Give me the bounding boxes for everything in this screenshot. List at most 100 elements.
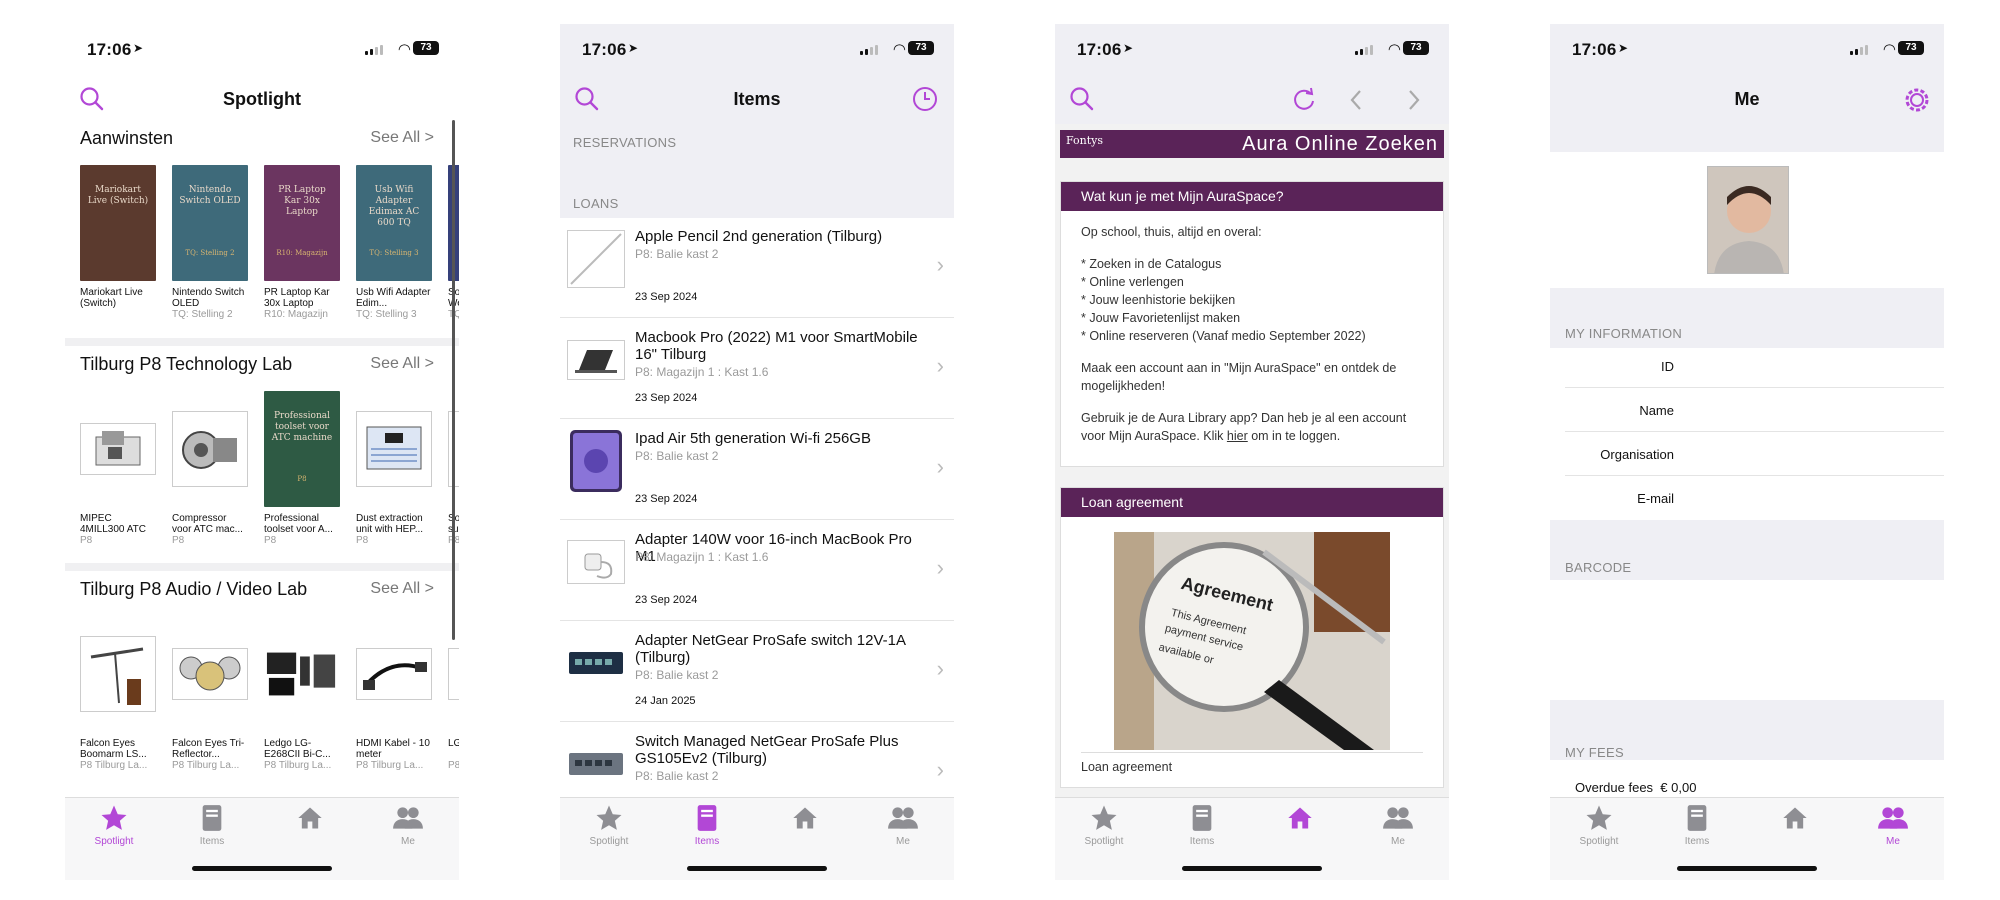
scrollbar[interactable] — [452, 120, 455, 640]
book-item[interactable]: Falcon Eyes Boomarm LS... P8 Tilburg La.… — [80, 616, 156, 772]
home-indicator — [687, 866, 827, 871]
tab-me[interactable]: Me — [1844, 802, 1942, 847]
book-location: TQ: Stelling 3 — [356, 309, 417, 320]
tab-spotlight[interactable]: Spotlight — [65, 802, 163, 847]
home-icon — [1783, 807, 1807, 829]
book-item[interactable]: Dust extraction unit with HEP... P8 — [356, 391, 432, 547]
loan-row[interactable]: Ipad Air 5th generation Wi-fi 256GB P8: … — [560, 420, 954, 520]
wifi-icon: ◠ — [892, 41, 906, 58]
see-all-button[interactable]: See All > — [370, 129, 434, 147]
location-arrow-icon: ➤ — [628, 41, 639, 55]
tab-home[interactable] — [1251, 802, 1349, 834]
loan-date: 24 Jan 2025 — [635, 695, 696, 707]
chevron-right-icon: › — [936, 656, 944, 681]
tab-items[interactable]: Items — [1153, 802, 1251, 847]
tab-items[interactable]: Items — [658, 802, 756, 847]
card-intro: Op school, thuis, altijd en overal: — [1081, 225, 1262, 239]
book-cover: Usb Wifi Adapter Edimax AC 600 TQ TQ: Ste… — [356, 165, 432, 281]
divider — [65, 338, 459, 346]
tab-home[interactable] — [756, 802, 854, 834]
tab-items[interactable]: Items — [1648, 802, 1746, 847]
book-item[interactable]: MIPEC 4MILL300 ATC P8 — [80, 391, 156, 547]
tab-label: Items — [694, 836, 720, 847]
item-thumbnail — [567, 634, 625, 692]
people-icon — [1383, 807, 1413, 829]
loan-location: P8: Balie kast 2 — [635, 769, 719, 783]
refresh-icon[interactable] — [1291, 86, 1317, 112]
item-thumbnail — [567, 430, 625, 492]
product-image — [172, 391, 248, 507]
field-label: ID — [1661, 359, 1674, 374]
tab-label: Spotlight — [1579, 836, 1619, 847]
tab-spotlight[interactable]: Spotlight — [560, 802, 658, 847]
book-title: Mariokart Live (Switch) — [80, 287, 143, 309]
book-icon — [202, 805, 222, 831]
nav-bar: Me — [1550, 76, 1944, 124]
cover-title: Professional toolset voor ATC machine — [271, 411, 333, 443]
nav-bar: Items — [560, 76, 954, 124]
book-item[interactable]: Mariokart Live (Switch) Mariokart Live (… — [80, 165, 156, 309]
battery-icon: 73 — [1403, 41, 1429, 55]
loan-title: Adapter NetGear ProSafe switch 12V-1A (T… — [635, 632, 906, 666]
gear-icon[interactable] — [1902, 85, 1932, 115]
book-title: PR Laptop Kar 30x Laptop — [264, 287, 330, 309]
book-item[interactable]: Usb Wifi Adapter Edimax AC 600 TQ TQ: Ste… — [356, 165, 432, 321]
see-all-button[interactable]: See All > — [370, 580, 434, 598]
battery-icon: 73 — [908, 41, 934, 55]
star-icon — [1091, 805, 1117, 830]
forward-arrow-icon[interactable] — [1405, 88, 1423, 112]
loan-location: P8: Magazijn 1 : Kast 1.6 — [635, 365, 769, 379]
chevron-right-icon: › — [936, 555, 944, 580]
shelf-row-audio-video-lab: Falcon Eyes Boomarm LS... P8 Tilburg La.… — [80, 616, 459, 781]
tab-items[interactable]: Items — [163, 802, 261, 847]
book-item[interactable]: Falcon Eyes Tri-Reflector... P8 Tilburg … — [172, 616, 248, 772]
book-item[interactable]: PR Laptop Kar 30x Laptop R10: Magazijn PR… — [264, 165, 340, 321]
people-icon — [393, 807, 423, 829]
shelf-row-technology-lab: MIPEC 4MILL300 ATC P8 Compressor voor AT… — [80, 391, 459, 556]
people-icon — [1878, 807, 1908, 829]
login-link[interactable]: hier — [1227, 429, 1248, 443]
aura-banner: Fontys Aura Online Zoeken — [1060, 130, 1444, 158]
history-clock-icon[interactable] — [912, 86, 938, 112]
status-bar: 17:06 ➤ ◠ 73 — [1055, 24, 1449, 76]
status-time: 17:06 — [1572, 40, 1617, 59]
overdue-value: € 0,00 — [1660, 780, 1697, 795]
tab-home[interactable] — [1746, 802, 1844, 834]
see-all-button[interactable]: See All > — [370, 355, 434, 373]
wifi-icon: ◠ — [1882, 41, 1896, 58]
loan-title: Switch Managed NetGear ProSafe Plus GS10… — [635, 733, 899, 767]
search-icon[interactable] — [1069, 86, 1095, 112]
book-item[interactable]: HDMI Kabel - 10 meter P8 Tilburg La... — [356, 616, 432, 772]
tab-me[interactable]: Me — [854, 802, 952, 847]
tab-label: Spotlight — [94, 836, 134, 847]
loan-agreement-card[interactable]: Loan agreement Agreement This Agreement … — [1060, 487, 1444, 788]
book-location: P8 Tilburg La... — [80, 760, 148, 771]
tab-spotlight[interactable]: Spotlight — [1550, 802, 1648, 847]
loan-row[interactable]: Macbook Pro (2022) M1 voor SmartMobile 1… — [560, 319, 954, 419]
book-item[interactable]: Ledgo LG-E268CII Bi-C... P8 Tilburg La..… — [264, 616, 340, 772]
page-title: Items — [733, 89, 781, 109]
loan-date: 23 Sep 2024 — [635, 493, 698, 505]
barcode-header: BARCODE — [1565, 560, 1632, 575]
chevron-right-icon: › — [936, 353, 944, 378]
tab-home[interactable] — [261, 802, 359, 834]
book-location: P8 — [172, 535, 185, 546]
book-location: P8 — [80, 535, 93, 546]
loan-row[interactable]: Adapter NetGear ProSafe switch 12V-1A (T… — [560, 622, 954, 722]
book-item[interactable]: Compressor voor ATC mac... P8 — [172, 391, 248, 547]
loan-row[interactable]: Apple Pencil 2nd generation (Tilburg) P8… — [560, 218, 954, 318]
feature-item: * Online verlengen — [1081, 275, 1184, 289]
tab-me[interactable]: Me — [1349, 802, 1447, 847]
loan-row[interactable]: Adapter 140W voor 16-inch MacBook Pro M1… — [560, 521, 954, 621]
loan-date: 23 Sep 2024 — [635, 291, 698, 303]
home-screen: 17:06 ➤ ◠ 73 Fontys Aura Online Zoeken W… — [1055, 24, 1449, 880]
book-item[interactable]: Professional toolset voor ATC machine P8 … — [264, 391, 340, 547]
loan-date: 23 Sep 2024 — [635, 392, 698, 404]
loan-location: P8: Magazijn 1 : Kast 1.6 — [635, 550, 769, 564]
tab-spotlight[interactable]: Spotlight — [1055, 802, 1153, 847]
items-screen: 17:06 ➤ ◠ 73 Items RESERVATIONS LOANS Ap… — [560, 24, 954, 880]
tab-me[interactable]: Me — [359, 802, 457, 847]
back-arrow-icon[interactable] — [1347, 88, 1365, 112]
chevron-right-icon: › — [936, 454, 944, 479]
book-item[interactable]: Nintendo Switch OLED TQ: Stelling 2 Ninte… — [172, 165, 248, 321]
